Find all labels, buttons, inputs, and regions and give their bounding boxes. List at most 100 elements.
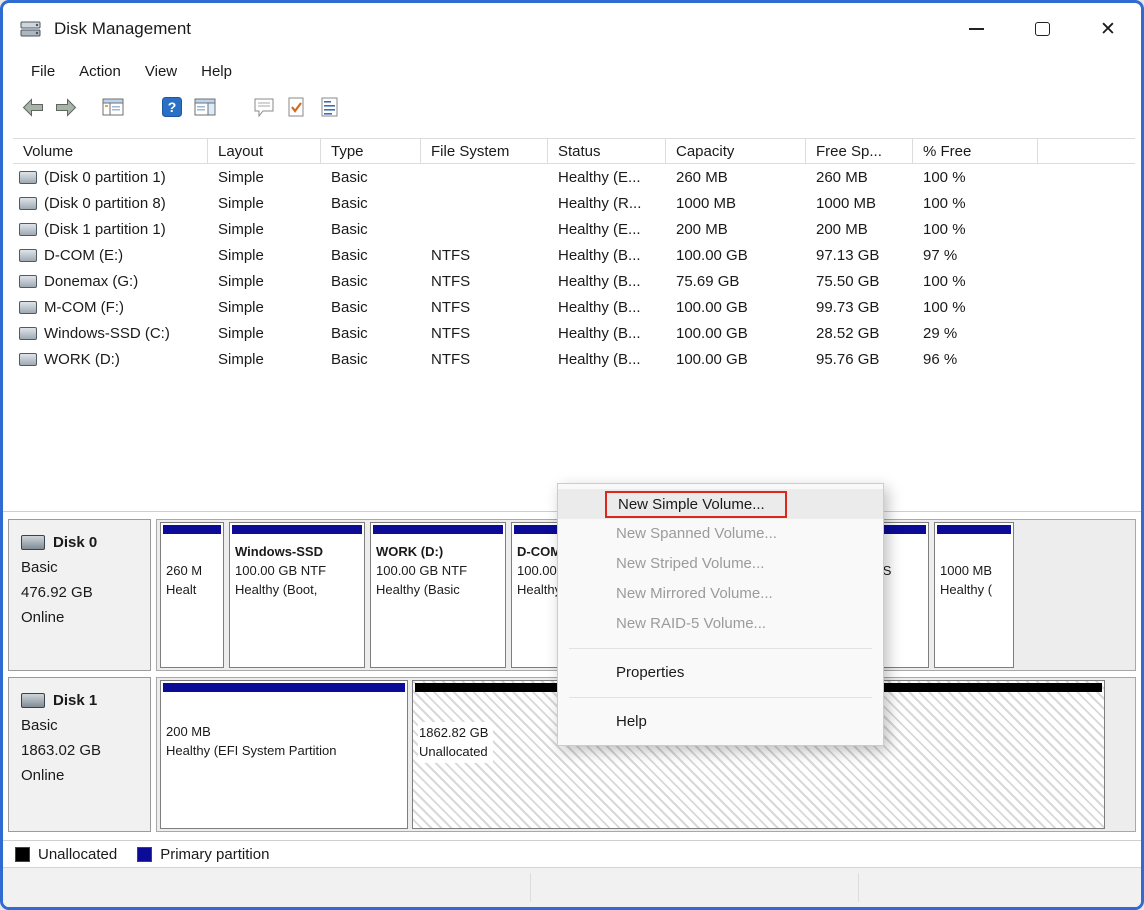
- volume-name: M-COM (F:): [44, 299, 124, 316]
- disk-icon: [21, 693, 45, 708]
- column-type[interactable]: Type: [321, 139, 421, 163]
- unallocated-swatch: [15, 847, 30, 862]
- volume-name: Donemax (G:): [44, 273, 138, 290]
- column-filler: [1038, 139, 1135, 163]
- export-list-icon-button[interactable]: [316, 93, 344, 121]
- menu-item-new-striped-volume: New Striped Volume...: [558, 549, 883, 579]
- minimize-icon: [969, 28, 984, 30]
- volume-row[interactable]: D-COM (E:) Simple Basic NTFS Healthy (B.…: [13, 242, 1135, 268]
- volume-name: Windows-SSD (C:): [44, 325, 170, 342]
- volume-row[interactable]: Windows-SSD (C:) Simple Basic NTFS Healt…: [13, 320, 1135, 346]
- status-bar: [3, 867, 1141, 907]
- partition-1000mb[interactable]: 1000 MBHealthy (: [934, 522, 1014, 668]
- legend-unallocated-label: Unallocated: [38, 846, 117, 863]
- menu-item-new-mirrored-volume: New Mirrored Volume...: [558, 579, 883, 609]
- drive-icon: [19, 249, 37, 262]
- menu-action[interactable]: Action: [67, 58, 133, 85]
- volume-row[interactable]: M-COM (F:) Simple Basic NTFS Healthy (B.…: [13, 294, 1135, 320]
- disk0-status: Online: [21, 605, 144, 630]
- volume-list-pane: Volume Layout Type File System Status Ca…: [3, 126, 1141, 511]
- drive-icon: [19, 223, 37, 236]
- menu-item-new-spanned-volume: New Spanned Volume...: [558, 519, 883, 549]
- volume-name: D-COM (E:): [44, 247, 123, 264]
- disk0-size: 476.92 GB: [21, 580, 144, 605]
- minimize-button[interactable]: [943, 3, 1009, 55]
- disk1-size: 1863.02 GB: [21, 738, 144, 763]
- primary-partition-color-bar: [373, 525, 503, 534]
- legend-primary-label: Primary partition: [160, 846, 269, 863]
- menu-separator: [569, 648, 872, 649]
- column-file-system[interactable]: File System: [421, 139, 548, 163]
- menu-view[interactable]: View: [133, 58, 189, 85]
- primary-partition-swatch: [137, 847, 152, 862]
- column-volume[interactable]: Volume: [13, 139, 208, 163]
- volume-name: WORK (D:): [44, 351, 120, 368]
- primary-partition-color-bar: [163, 525, 221, 534]
- column-layout[interactable]: Layout: [208, 139, 321, 163]
- column-free-space[interactable]: Free Sp...: [806, 139, 913, 163]
- menu-item-new-raid5-volume: New RAID-5 Volume...: [558, 609, 883, 639]
- partition-efi-200mb[interactable]: 200 MBHealthy (EFI System Partition: [160, 680, 408, 829]
- svg-text:?: ?: [168, 99, 177, 115]
- volume-name: (Disk 0 partition 1): [44, 169, 166, 186]
- partition-windows-ssd-c[interactable]: Windows-SSD100.00 GB NTFHealthy (Boot,: [229, 522, 365, 668]
- primary-partition-color-bar: [937, 525, 1011, 534]
- column-status[interactable]: Status: [548, 139, 666, 163]
- menu-separator: [569, 697, 872, 698]
- action-pane-toggle-button[interactable]: [191, 93, 219, 121]
- disk-icon: [21, 535, 45, 550]
- volume-row[interactable]: Donemax (G:) Simple Basic NTFS Healthy (…: [13, 268, 1135, 294]
- context-menu: New Simple Volume... New Spanned Volume.…: [557, 483, 884, 746]
- close-button[interactable]: ✕: [1075, 3, 1141, 55]
- column-pct-free[interactable]: % Free: [913, 139, 1038, 163]
- title-bar: Disk Management ✕: [3, 3, 1141, 55]
- disk0-type: Basic: [21, 555, 144, 580]
- drive-icon: [19, 327, 37, 340]
- volume-row[interactable]: WORK (D:) Simple Basic NTFS Healthy (B..…: [13, 346, 1135, 372]
- menu-item-new-simple-volume[interactable]: New Simple Volume...: [558, 489, 883, 519]
- column-capacity[interactable]: Capacity: [666, 139, 806, 163]
- disk-management-window: Disk Management ✕ File Action View Help …: [0, 0, 1144, 910]
- comment-icon-button[interactable]: [250, 93, 278, 121]
- primary-partition-color-bar: [163, 683, 405, 692]
- table-header: Volume Layout Type File System Status Ca…: [13, 138, 1135, 164]
- disk1-label: Disk 1: [53, 688, 97, 713]
- menu-item-help[interactable]: Help: [558, 707, 883, 737]
- forward-button[interactable]: [52, 93, 80, 121]
- back-button[interactable]: [19, 93, 47, 121]
- disk1-panel[interactable]: Disk 1 Basic 1863.02 GB Online: [8, 677, 151, 832]
- window-title: Disk Management: [54, 19, 191, 39]
- drive-icon: [19, 275, 37, 288]
- volume-name: (Disk 1 partition 1): [44, 221, 166, 238]
- maximize-icon: [1035, 22, 1050, 36]
- drive-icon: [19, 171, 37, 184]
- menu-item-properties[interactable]: Properties: [558, 658, 883, 688]
- volume-name: (Disk 0 partition 8): [44, 195, 166, 212]
- help-button[interactable]: ?: [158, 93, 186, 121]
- volume-row[interactable]: (Disk 0 partition 8) Simple Basic Health…: [13, 190, 1135, 216]
- close-icon: ✕: [1100, 20, 1116, 39]
- volume-row[interactable]: (Disk 0 partition 1) Simple Basic Health…: [13, 164, 1135, 190]
- disk-management-app-icon: [20, 19, 44, 39]
- partition-260mb[interactable]: 260 MHealt: [160, 522, 224, 668]
- volume-table: Volume Layout Type File System Status Ca…: [13, 138, 1135, 372]
- disk1-type: Basic: [21, 713, 144, 738]
- toolbar: ?: [3, 88, 1141, 127]
- disk0-panel[interactable]: Disk 0 Basic 476.92 GB Online: [8, 519, 151, 671]
- window-controls: ✕: [943, 3, 1141, 55]
- console-tree-toggle-button[interactable]: [99, 93, 127, 121]
- disk1-status: Online: [21, 763, 144, 788]
- maximize-button[interactable]: [1009, 3, 1075, 55]
- menu-file[interactable]: File: [19, 58, 67, 85]
- disk0-label: Disk 0: [53, 530, 97, 555]
- primary-partition-color-bar: [232, 525, 362, 534]
- checkmark-icon-button[interactable]: [283, 93, 311, 121]
- drive-icon: [19, 301, 37, 314]
- legend-bar: Unallocated Primary partition: [3, 840, 1141, 867]
- drive-icon: [19, 197, 37, 210]
- annotation-red-box: New Simple Volume...: [605, 491, 787, 518]
- menu-bar: File Action View Help: [3, 55, 1141, 88]
- volume-row[interactable]: (Disk 1 partition 1) Simple Basic Health…: [13, 216, 1135, 242]
- partition-work-d[interactable]: WORK (D:)100.00 GB NTFHealthy (Basic: [370, 522, 506, 668]
- menu-help[interactable]: Help: [189, 58, 244, 85]
